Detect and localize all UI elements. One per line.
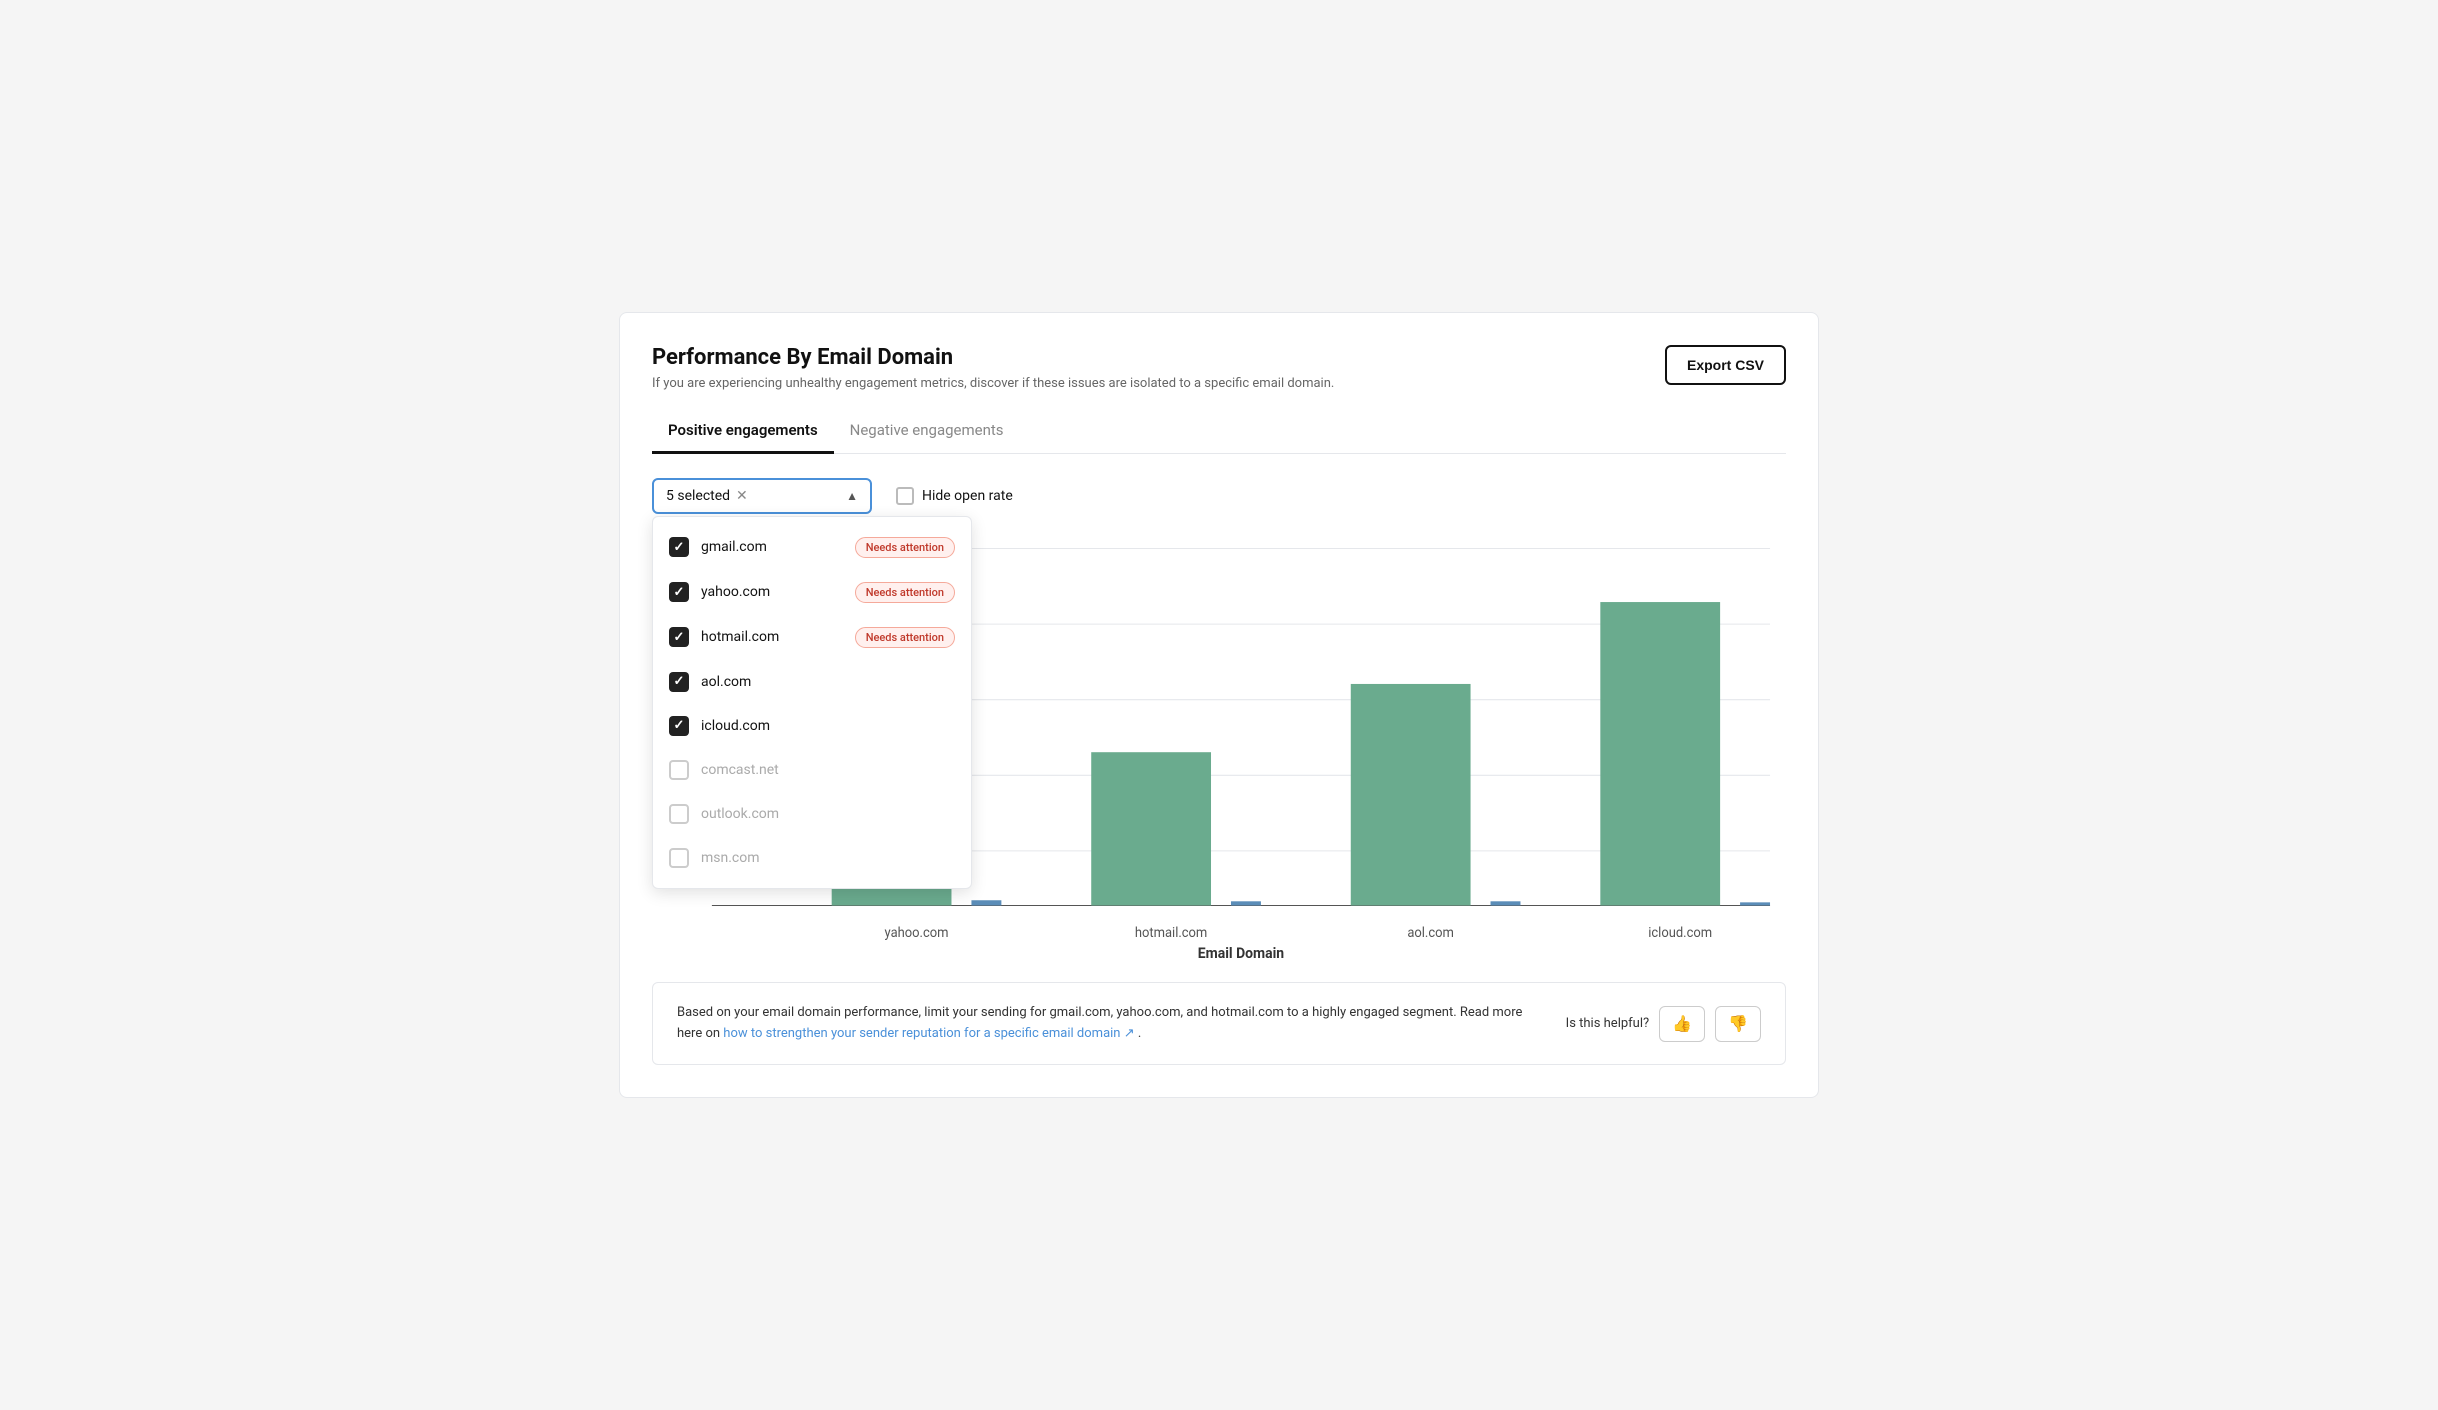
selected-label: 5 selected ✕ bbox=[666, 488, 748, 504]
chart-label-aol: aol.com bbox=[1407, 925, 1454, 940]
dropdown-item-yahoo[interactable]: yahoo.com Needs attention bbox=[653, 570, 971, 615]
page-title: Performance By Email Domain bbox=[652, 345, 1334, 370]
checkbox-hotmail[interactable] bbox=[669, 627, 689, 647]
header-text: Performance By Email Domain If you are e… bbox=[652, 345, 1334, 391]
checkbox-msn[interactable] bbox=[669, 848, 689, 868]
dropdown-item-icloud[interactable]: icloud.com bbox=[653, 704, 971, 748]
checkbox-aol[interactable] bbox=[669, 672, 689, 692]
chart-x-axis-label: Email Domain bbox=[1198, 944, 1284, 957]
needs-attention-badge-hotmail: Needs attention bbox=[855, 627, 955, 648]
helpful-row: Is this helpful? 👍 👎 bbox=[1566, 1006, 1761, 1042]
bar-icloud-green bbox=[1600, 602, 1720, 905]
dropdown-item-aol[interactable]: aol.com bbox=[653, 660, 971, 704]
info-link[interactable]: how to strengthen your sender reputation… bbox=[723, 1026, 1138, 1041]
dropdown-item-outlook[interactable]: outlook.com bbox=[653, 792, 971, 836]
clear-selection-button[interactable]: ✕ bbox=[736, 488, 748, 504]
hide-open-rate-label[interactable]: Hide open rate bbox=[896, 487, 1013, 505]
info-text: Based on your email domain performance, … bbox=[677, 1003, 1542, 1045]
checkbox-comcast[interactable] bbox=[669, 760, 689, 780]
checkbox-yahoo[interactable] bbox=[669, 582, 689, 602]
chevron-up-icon: ▲ bbox=[846, 489, 858, 503]
chart-label-hotmail: hotmail.com bbox=[1135, 925, 1207, 940]
domain-label-aol: aol.com bbox=[701, 674, 955, 690]
bar-hotmail-blue bbox=[1231, 901, 1261, 905]
controls-row: 5 selected ✕ ▲ gmail.com Needs attention… bbox=[652, 478, 1786, 514]
domain-label-icloud: icloud.com bbox=[701, 718, 955, 734]
bar-hotmail-green bbox=[1091, 752, 1211, 905]
chart-label-icloud: icloud.com bbox=[1648, 925, 1712, 940]
domain-label-comcast: comcast.net bbox=[701, 762, 955, 778]
tab-positive-engagements[interactable]: Positive engagements bbox=[652, 411, 834, 454]
needs-attention-badge-yahoo: Needs attention bbox=[855, 582, 955, 603]
dropdown-item-gmail[interactable]: gmail.com Needs attention bbox=[653, 525, 971, 570]
page-subtitle: If you are experiencing unhealthy engage… bbox=[652, 376, 1334, 391]
info-text-after-link: . bbox=[1138, 1026, 1141, 1041]
helpful-label: Is this helpful? bbox=[1566, 1016, 1649, 1031]
hide-open-rate-checkbox[interactable] bbox=[896, 487, 914, 505]
domain-label-gmail: gmail.com bbox=[701, 539, 843, 555]
bar-aol-blue bbox=[1491, 901, 1521, 905]
thumbs-down-icon: 👎 bbox=[1728, 1014, 1748, 1034]
dropdown-item-hotmail[interactable]: hotmail.com Needs attention bbox=[653, 615, 971, 660]
domain-label-hotmail: hotmail.com bbox=[701, 629, 843, 645]
domain-dropdown-trigger[interactable]: 5 selected ✕ ▲ bbox=[652, 478, 872, 514]
thumbs-down-button[interactable]: 👎 bbox=[1715, 1006, 1761, 1042]
thumbs-up-icon: 👍 bbox=[1672, 1014, 1692, 1034]
checkbox-gmail[interactable] bbox=[669, 537, 689, 557]
checkbox-outlook[interactable] bbox=[669, 804, 689, 824]
bar-yahoo-blue bbox=[971, 900, 1001, 905]
dropdown-item-msn[interactable]: msn.com bbox=[653, 836, 971, 880]
header-row: Performance By Email Domain If you are e… bbox=[652, 345, 1786, 391]
hide-open-rate-text: Hide open rate bbox=[922, 488, 1013, 504]
tab-negative-engagements[interactable]: Negative engagements bbox=[834, 411, 1020, 454]
tabs-bar: Positive engagements Negative engagement… bbox=[652, 411, 1786, 454]
chart-label-yahoo: yahoo.com bbox=[885, 925, 949, 940]
main-card: Performance By Email Domain If you are e… bbox=[619, 312, 1819, 1099]
bar-icloud-blue bbox=[1740, 902, 1770, 905]
checkbox-icloud[interactable] bbox=[669, 716, 689, 736]
dropdown-item-comcast[interactable]: comcast.net bbox=[653, 748, 971, 792]
info-box: Based on your email domain performance, … bbox=[652, 982, 1786, 1066]
bar-aol-green bbox=[1351, 684, 1471, 906]
selected-count-label: 5 selected bbox=[666, 488, 730, 504]
domain-label-outlook: outlook.com bbox=[701, 806, 955, 822]
domain-dropdown-menu: gmail.com Needs attention yahoo.com Need… bbox=[652, 516, 972, 889]
domain-label-msn: msn.com bbox=[701, 850, 955, 866]
needs-attention-badge-gmail: Needs attention bbox=[855, 537, 955, 558]
domain-dropdown-container: 5 selected ✕ ▲ gmail.com Needs attention… bbox=[652, 478, 872, 514]
thumbs-up-button[interactable]: 👍 bbox=[1659, 1006, 1705, 1042]
domain-label-yahoo: yahoo.com bbox=[701, 584, 843, 600]
export-csv-button[interactable]: Export CSV bbox=[1665, 345, 1786, 385]
